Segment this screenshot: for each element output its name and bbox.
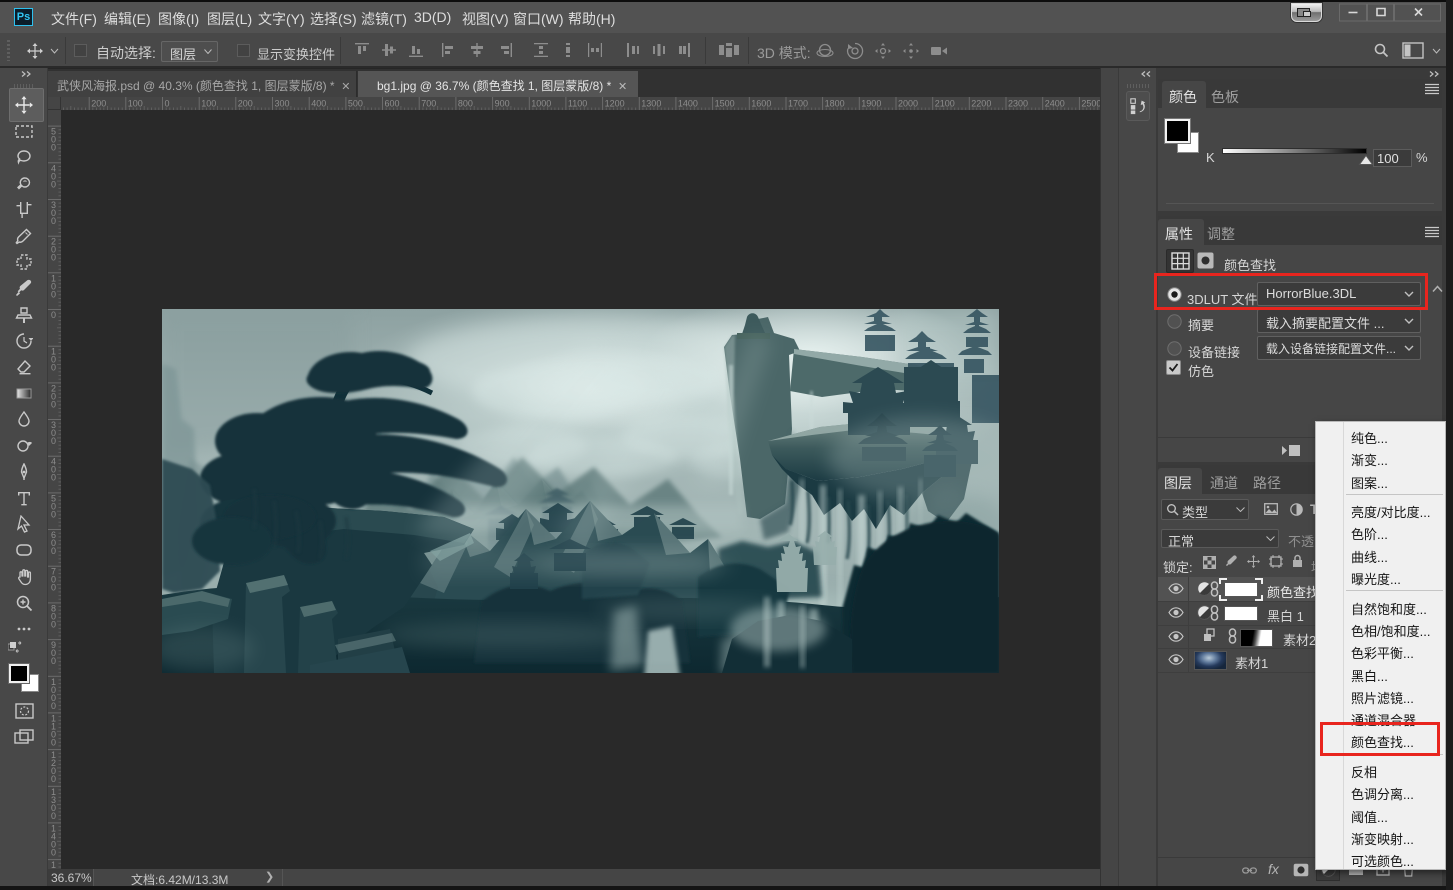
svg-text:2000: 2000 [898, 99, 918, 109]
svg-text:1500: 1500 [715, 99, 735, 109]
svg-text:1800: 1800 [825, 99, 845, 109]
svg-text:0: 0 [51, 619, 56, 629]
svg-text:2200: 2200 [971, 99, 991, 109]
svg-text:0: 0 [51, 399, 56, 409]
svg-text:2400: 2400 [1045, 99, 1065, 109]
svg-text:1600: 1600 [751, 99, 771, 109]
svg-text:0: 0 [51, 363, 56, 373]
svg-text:1000: 1000 [531, 99, 551, 109]
svg-text:0: 0 [51, 436, 56, 446]
svg-text:0: 0 [51, 546, 56, 556]
svg-text:0: 0 [51, 847, 56, 857]
svg-text:0: 0 [51, 656, 56, 666]
svg-text:0: 0 [51, 774, 56, 784]
svg-text:0: 0 [51, 701, 56, 711]
svg-text:0: 0 [51, 179, 56, 189]
svg-text:100: 100 [128, 99, 143, 109]
svg-text:0: 0 [51, 143, 56, 153]
svg-text:0: 0 [51, 473, 56, 483]
svg-text:0: 0 [51, 253, 56, 263]
svg-text:2100: 2100 [935, 99, 955, 109]
svg-text:0: 0 [51, 310, 56, 320]
svg-text:0: 0 [51, 737, 56, 747]
svg-text:0: 0 [51, 583, 56, 593]
svg-text:500: 500 [348, 99, 363, 109]
svg-text:200: 200 [91, 99, 106, 109]
svg-text:900: 900 [495, 99, 510, 109]
svg-text:600: 600 [385, 99, 400, 109]
svg-text:2300: 2300 [1008, 99, 1028, 109]
svg-text:0: 0 [51, 216, 56, 226]
svg-text:700: 700 [421, 99, 436, 109]
svg-text:1300: 1300 [641, 99, 661, 109]
svg-text:0: 0 [51, 289, 56, 299]
svg-text:100: 100 [201, 99, 216, 109]
svg-text:0: 0 [51, 811, 56, 821]
svg-text:0: 0 [165, 99, 170, 109]
svg-text:1200: 1200 [605, 99, 625, 109]
svg-text:1700: 1700 [788, 99, 808, 109]
svg-text:800: 800 [458, 99, 473, 109]
svg-text:300: 300 [275, 99, 290, 109]
svg-text:1400: 1400 [678, 99, 698, 109]
svg-text:400: 400 [311, 99, 326, 109]
svg-text:200: 200 [238, 99, 253, 109]
svg-text:1900: 1900 [861, 99, 881, 109]
svg-text:0: 0 [51, 509, 56, 519]
